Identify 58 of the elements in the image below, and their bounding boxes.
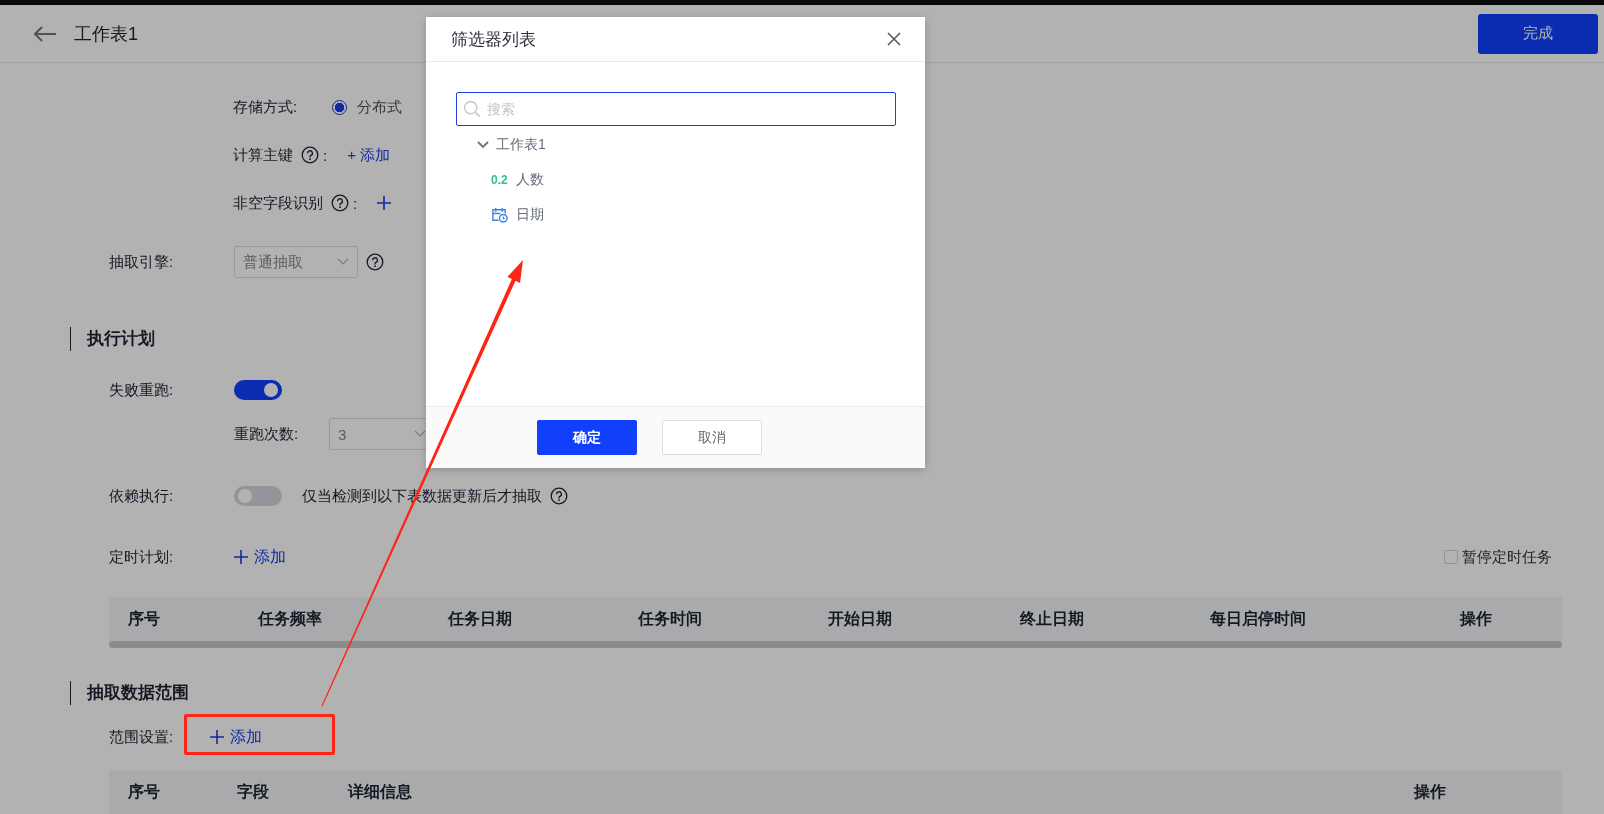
help-icon	[331, 194, 349, 212]
engine-select[interactable]: 普通抽取	[234, 246, 358, 278]
page-title: 工作表1	[74, 22, 138, 46]
column-header: 任务频率	[258, 608, 323, 629]
column-header: 字段	[237, 781, 270, 802]
chevron-icon[interactable]	[477, 141, 489, 149]
column-header: 任务时间	[638, 608, 703, 629]
radio-button[interactable]	[332, 99, 347, 115]
column-header: 任务日期	[448, 608, 513, 629]
add-link[interactable]: 添加	[210, 726, 263, 748]
search-icon	[463, 100, 481, 118]
colon: :	[353, 194, 358, 212]
caret-icon	[414, 430, 426, 438]
form-label: 非空字段识别	[233, 193, 323, 213]
dialog-title: 筛选器列表	[451, 28, 536, 51]
cancel-button[interactable]: 取消	[661, 420, 762, 455]
calendar-clock-icon	[491, 206, 508, 223]
form-label: 失败重跑:	[109, 380, 175, 400]
form-label: 依赖执行:	[109, 486, 175, 506]
plus-icon	[234, 550, 248, 564]
form-label: 计算主键	[233, 145, 293, 165]
column-header: 操作	[1414, 781, 1447, 802]
colon: :	[323, 146, 328, 164]
column-header: 每日启停时间	[1210, 608, 1307, 629]
help-icon	[366, 253, 384, 271]
column-header: 序号	[128, 608, 161, 629]
radio-label: 分布式	[357, 97, 402, 117]
add-link[interactable]: + 添加	[347, 145, 391, 165]
column-header: 终止日期	[1020, 608, 1085, 629]
column-header: 序号	[128, 781, 161, 802]
search-field[interactable]: 搜索	[456, 92, 896, 126]
done-button[interactable]: 完成	[1478, 13, 1598, 54]
tree-item[interactable]: 工作表1	[496, 136, 546, 154]
column-header: 开始日期	[828, 608, 893, 629]
column-header: 操作	[1460, 608, 1493, 629]
plus-icon	[377, 196, 392, 210]
form-label: 范围设置:	[109, 727, 174, 747]
scrollbar[interactable]	[109, 641, 1562, 648]
tree-item[interactable]: 人数	[515, 170, 544, 189]
form-label: 抽取引擎:	[109, 252, 175, 272]
column-header: 详细信息	[348, 781, 413, 802]
help-icon	[550, 487, 568, 505]
toggle-switch[interactable]	[234, 486, 282, 506]
help-icon	[301, 146, 319, 164]
caret-icon	[337, 258, 349, 266]
checkbox[interactable]	[1444, 550, 1458, 564]
toggle-switch[interactable]	[234, 380, 282, 400]
form-label: 重跑次数:	[234, 424, 300, 444]
number-type-icon: 0.2	[491, 172, 508, 187]
tree-item[interactable]: 日期	[516, 205, 544, 224]
confirm-button[interactable]: 确定	[536, 420, 637, 455]
back-arrow-icon[interactable]	[33, 25, 57, 42]
form-label: 存储方式:	[233, 97, 299, 117]
checkbox-label: 暂停定时任务	[1462, 547, 1552, 567]
close-icon[interactable]	[887, 32, 901, 46]
form-label: 定时计划:	[109, 547, 175, 567]
plus-icon	[210, 730, 225, 744]
add-link[interactable]: 添加	[234, 546, 286, 568]
